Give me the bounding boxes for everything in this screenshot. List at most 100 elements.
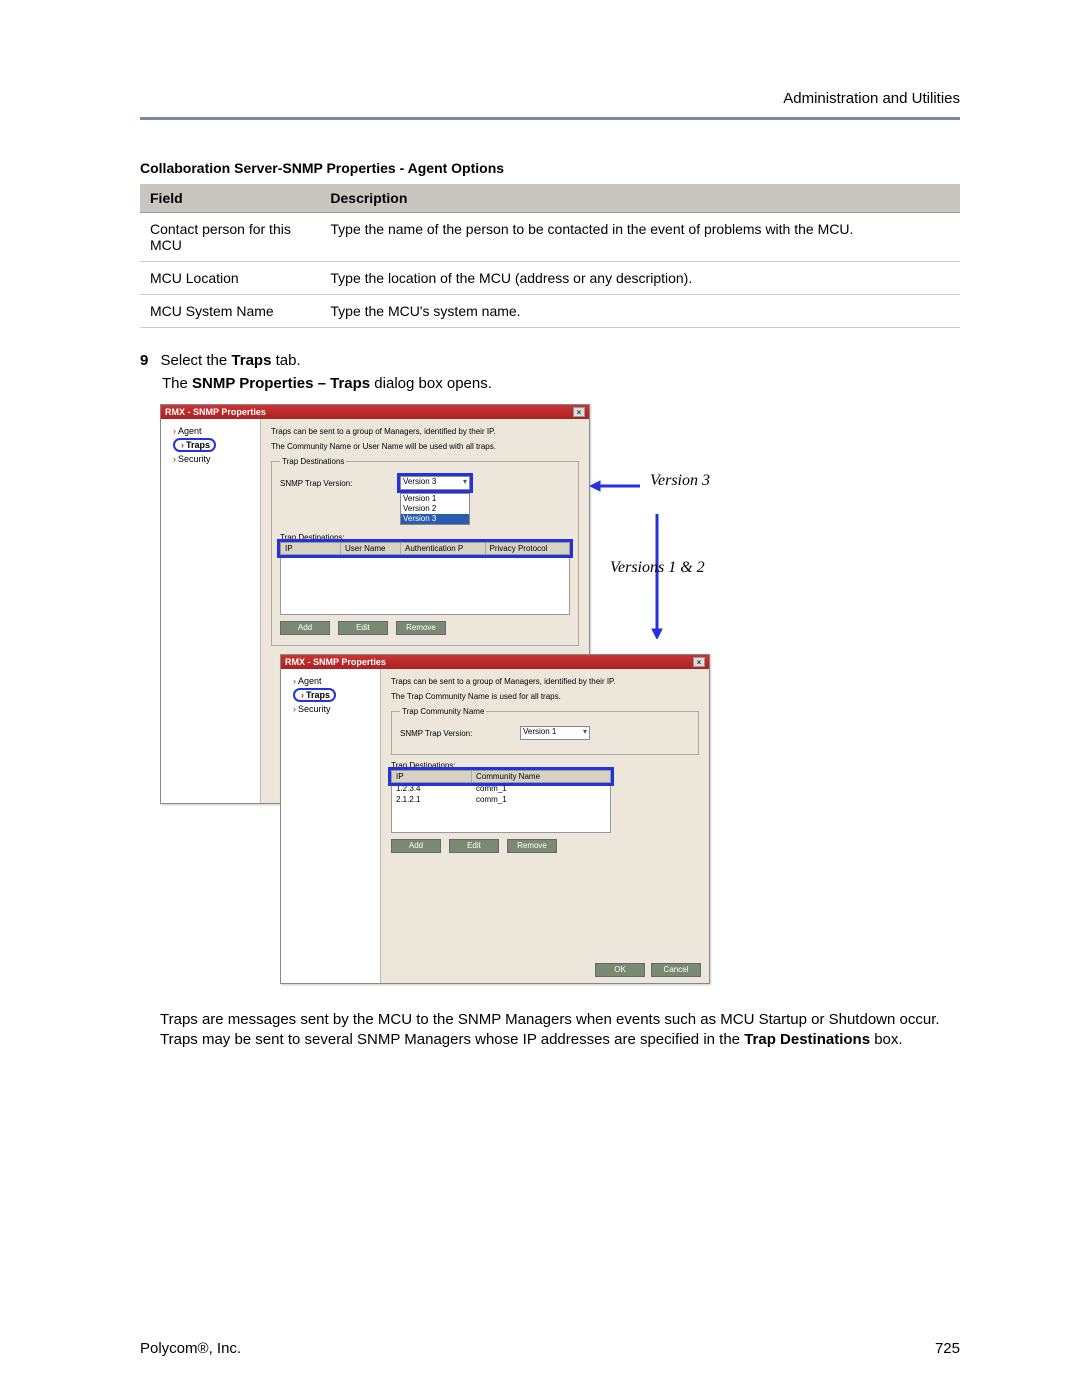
agent-options-table: Field Description Contact person for thi… [140, 184, 960, 328]
cell-comm: comm_1 [472, 783, 610, 794]
edit-button[interactable]: Edit [338, 621, 388, 635]
trap-community-fieldset: Trap Community Name SNMP Trap Version: V… [391, 707, 699, 755]
close-icon[interactable]: × [693, 657, 705, 667]
snmp-trap-version-label: SNMP Trap Version: [400, 729, 510, 738]
annotation-v3: Version 3 [650, 472, 710, 490]
cell-field: Contact person for this MCU [140, 213, 320, 262]
info-line-2: The Community Name or User Name will be … [271, 442, 579, 451]
version-option[interactable]: Version 2 [401, 504, 469, 514]
table-row: Contact person for this MCU Type the nam… [140, 213, 960, 262]
add-button[interactable]: Add [391, 839, 441, 853]
cell-desc: Type the name of the person to be contac… [320, 213, 960, 262]
fieldset-legend: Trap Destinations [280, 457, 346, 466]
trap-destinations-fieldset: Trap Destinations SNMP Trap Version: Ver… [271, 457, 579, 646]
col-ip: IP [281, 543, 341, 554]
screenshot-composite: RMX - SNMP Properties × ›Agent ›Traps ›S… [160, 404, 860, 994]
dialog-content: Traps can be sent to a group of Managers… [381, 669, 709, 983]
col-priv: Privacy Protocol [486, 543, 570, 554]
window-title: RMX - SNMP Properties [285, 657, 386, 667]
para-text: box. [870, 1031, 903, 1048]
step-sub-pre: The [162, 375, 192, 392]
trap-table-body[interactable] [280, 555, 570, 615]
cancel-button[interactable]: Cancel [651, 963, 701, 977]
table-row[interactable]: 2.1.2.1 comm_1 [392, 794, 610, 805]
cell-desc: Type the MCU's system name. [320, 295, 960, 328]
nav-security-label: Security [298, 704, 331, 714]
trap-destinations-label: Trap Destinations: [391, 761, 699, 770]
table-row: MCU System Name Type the MCU's system na… [140, 295, 960, 328]
col-field: Field [140, 184, 320, 213]
step-sub-post: dialog box opens. [370, 375, 492, 392]
step-text-post: tab. [271, 352, 300, 369]
annotation-v12: Versions 1 & 2 [610, 559, 705, 577]
snmp-trap-version-select[interactable]: Version 3 [400, 476, 470, 490]
nav-security[interactable]: ›Security [285, 703, 376, 715]
add-button[interactable]: Add [280, 621, 330, 635]
trap-table-header: IP User Name Authentication P Privacy Pr… [280, 542, 570, 555]
edit-button[interactable]: Edit [449, 839, 499, 853]
nav-agent[interactable]: ›Agent [165, 425, 256, 437]
trap-table-header: IP Community Name [391, 770, 611, 783]
header-divider [140, 117, 960, 120]
step-9: 9 Select the Traps tab. [140, 352, 960, 369]
remove-button[interactable]: Remove [396, 621, 446, 635]
window-titlebar: RMX - SNMP Properties × [281, 655, 709, 669]
nav-agent[interactable]: ›Agent [285, 675, 376, 687]
cell-field: MCU System Name [140, 295, 320, 328]
snmp-trap-version-select[interactable]: Version 1 [520, 726, 590, 740]
nav-security-label: Security [178, 454, 211, 464]
nav-traps-label: Traps [306, 690, 330, 700]
col-ip: IP [392, 771, 472, 782]
snmp-trap-version-label: SNMP Trap Version: [280, 479, 390, 488]
footer-company: Polycom®, Inc. [140, 1340, 241, 1357]
para-bold: Trap Destinations [744, 1031, 870, 1048]
col-community: Community Name [472, 771, 610, 782]
ok-button[interactable]: OK [595, 963, 645, 977]
traps-paragraph: Traps are messages sent by the MCU to th… [160, 1010, 960, 1051]
step-9-sub: The SNMP Properties – Traps dialog box o… [162, 375, 960, 392]
nav-sidebar: ›Agent ›Traps ›Security [161, 419, 261, 803]
version-dropdown-list[interactable]: Version 1 Version 2 Version 3 [400, 493, 470, 525]
cell-ip: 2.1.2.1 [392, 794, 472, 805]
nav-traps[interactable]: ›Traps [165, 437, 256, 453]
nav-agent-label: Agent [178, 426, 202, 436]
chevron-right-icon: › [293, 676, 296, 686]
cell-field: MCU Location [140, 262, 320, 295]
col-description: Description [320, 184, 960, 213]
step-text-pre: Select the [161, 352, 232, 369]
window-titlebar: RMX - SNMP Properties × [161, 405, 589, 419]
chevron-right-icon: › [293, 704, 296, 714]
col-auth: Authentication P [401, 543, 486, 554]
chevron-right-icon: › [301, 690, 304, 700]
table-title: Collaboration Server-SNMP Properties - A… [140, 160, 960, 176]
table-row[interactable]: 1.2.3.4 comm_1 [392, 783, 610, 794]
table-row: MCU Location Type the location of the MC… [140, 262, 960, 295]
step-number: 9 [140, 352, 148, 369]
nav-sidebar: ›Agent ›Traps ›Security [281, 669, 381, 983]
info-line-2: The Trap Community Name is used for all … [391, 692, 699, 701]
footer-page: 725 [935, 1340, 960, 1357]
nav-security[interactable]: ›Security [165, 453, 256, 465]
cell-ip: 1.2.3.4 [392, 783, 472, 794]
section-header: Administration and Utilities [140, 90, 960, 107]
cell-desc: Type the location of the MCU (address or… [320, 262, 960, 295]
chevron-right-icon: › [173, 454, 176, 464]
step-sub-bold: SNMP Properties – Traps [192, 375, 370, 392]
cell-comm: comm_1 [472, 794, 610, 805]
page-footer: Polycom®, Inc. 725 [140, 1340, 960, 1357]
version-option-selected[interactable]: Version 3 [401, 514, 469, 524]
arrow-left-icon [590, 479, 640, 493]
fieldset-legend: Trap Community Name [400, 707, 486, 716]
chevron-right-icon: › [181, 440, 184, 450]
trap-table-body[interactable]: 1.2.3.4 comm_1 2.1.2.1 comm_1 [391, 783, 611, 833]
close-icon[interactable]: × [573, 407, 585, 417]
info-line-1: Traps can be sent to a group of Managers… [271, 427, 579, 436]
remove-button[interactable]: Remove [507, 839, 557, 853]
chevron-right-icon: › [173, 426, 176, 436]
nav-traps-label: Traps [186, 440, 210, 450]
step-text-bold: Traps [231, 352, 271, 369]
snmp-properties-window-v1: RMX - SNMP Properties × ›Agent ›Traps ›S… [280, 654, 710, 984]
trap-destinations-label: Trap Destinations: [280, 533, 570, 542]
version-option[interactable]: Version 1 [401, 494, 469, 504]
nav-traps[interactable]: ›Traps [285, 687, 376, 703]
